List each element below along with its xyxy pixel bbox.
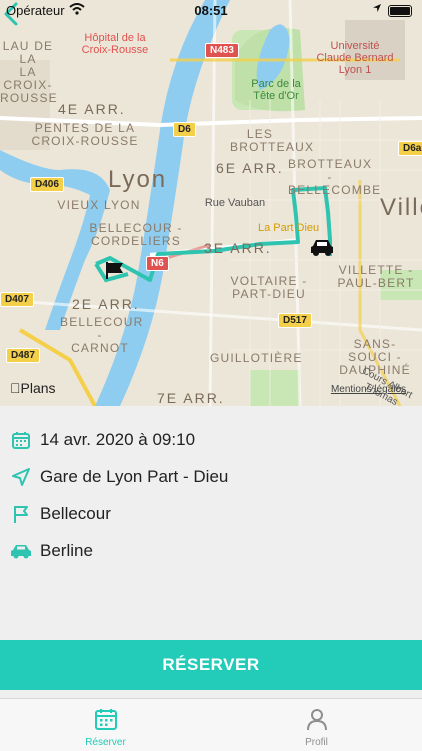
road-shield-d517: D517	[278, 313, 312, 328]
booking-details: 14 avr. 2020 à 09:10 Gare de Lyon Part -…	[0, 406, 422, 640]
detail-destination[interactable]: Bellecour	[10, 499, 111, 529]
reserve-button[interactable]: RÉSERVER	[0, 640, 422, 690]
person-icon	[307, 709, 327, 731]
map-label-voltaire: VOLTAIRE - PART-DIEU	[230, 274, 308, 301]
map-label-bellecour-carnot: BELLECOUR - CARNOT	[60, 315, 144, 355]
tab-reserver[interactable]: Réserver	[0, 699, 211, 751]
pickup-text: Gare de Lyon Part - Dieu	[40, 467, 229, 486]
vehicle-text: Berline	[40, 541, 93, 560]
tab-bar: Réserver Profil	[0, 698, 422, 751]
navigation-arrow-icon	[10, 466, 32, 488]
road-shield-n6: N6	[146, 256, 169, 271]
map-label-pentes: PENTES DE LA CROIX-ROUSSE	[31, 121, 139, 148]
map-label-lyon: Lyon	[108, 166, 168, 193]
calendar-icon	[10, 429, 32, 451]
road-shield-n483: N483	[205, 43, 239, 58]
apple-icon: 	[10, 380, 21, 396]
flag-icon	[10, 503, 32, 525]
detail-vehicle[interactable]: Berline	[10, 536, 93, 566]
map-poi-parc: Parc de la Tête d'Or	[251, 78, 301, 102]
car-icon	[10, 540, 32, 562]
road-shield-d6: D6	[173, 122, 196, 137]
tab-reserver-label: Réserver	[85, 737, 126, 748]
map-label-arr4: 4E ARR.	[58, 101, 126, 117]
map-label-brotteaux-bellecombe: BROTTEAUX - BELLECOMBE	[288, 157, 382, 197]
status-bar: Opérateur 08:51	[0, 0, 422, 22]
road-shield-d406: D406	[30, 177, 64, 192]
map-label-brotteaux: LES BROTTEAUX	[230, 127, 315, 154]
status-time: 08:51	[194, 3, 228, 18]
detail-datetime[interactable]: 14 avr. 2020 à 09:10	[10, 425, 195, 455]
map-label-bellecour-cordeliers: BELLECOUR - CORDELIERS	[89, 221, 183, 248]
map-poi-hopital: Hôpital de la Croix-Rousse	[81, 32, 149, 56]
map-label-arr7: 7E ARR.	[157, 390, 225, 406]
map-label-villette: VILLETTE - PAUL-BERT	[337, 263, 415, 290]
datetime-text: 14 avr. 2020 à 09:10	[40, 430, 196, 449]
map-label-ville: Ville	[380, 194, 422, 221]
calendar-tab-icon	[95, 709, 117, 730]
map-poi-part-dieu: La Part Dieu	[258, 222, 320, 234]
map-label-arr6: 6E ARR.	[216, 160, 284, 176]
map-view[interactable]: LAU DE LA LA CROIX- ROUSSE Hôpital de la…	[0, 0, 422, 406]
battery-icon	[388, 5, 412, 17]
destination-flag-icon	[106, 262, 123, 279]
legal-link[interactable]: Mentions légales	[331, 384, 406, 395]
map-label-guillotiere: GUILLOTIÈRE	[210, 351, 303, 365]
destination-text: Bellecour	[40, 504, 111, 523]
map-attribution: Plans	[10, 380, 56, 396]
road-shield-d407: D407	[0, 292, 34, 307]
map-label-vieux-lyon: VIEUX LYON	[57, 198, 141, 212]
location-arrow-icon	[372, 3, 382, 16]
map-label-arr3: 3E ARR.	[204, 240, 272, 256]
map-label-rue-vauban: Rue Vauban	[204, 197, 266, 209]
map-label-arr2: 2E ARR.	[72, 296, 140, 312]
map-poi-universite: Université Claude Bernard Lyon 1	[316, 40, 394, 76]
car-marker-icon	[311, 240, 333, 256]
detail-pickup[interactable]: Gare de Lyon Part - Dieu	[10, 462, 228, 492]
tab-profil-label: Profil	[305, 737, 328, 748]
map-label-croix-rousse: LAU DE LA LA CROIX- ROUSSE	[0, 39, 58, 105]
tab-profil[interactable]: Profil	[211, 699, 422, 751]
road-shield-d487: D487	[6, 348, 40, 363]
road-shield-d6a: D6a	[398, 141, 422, 156]
